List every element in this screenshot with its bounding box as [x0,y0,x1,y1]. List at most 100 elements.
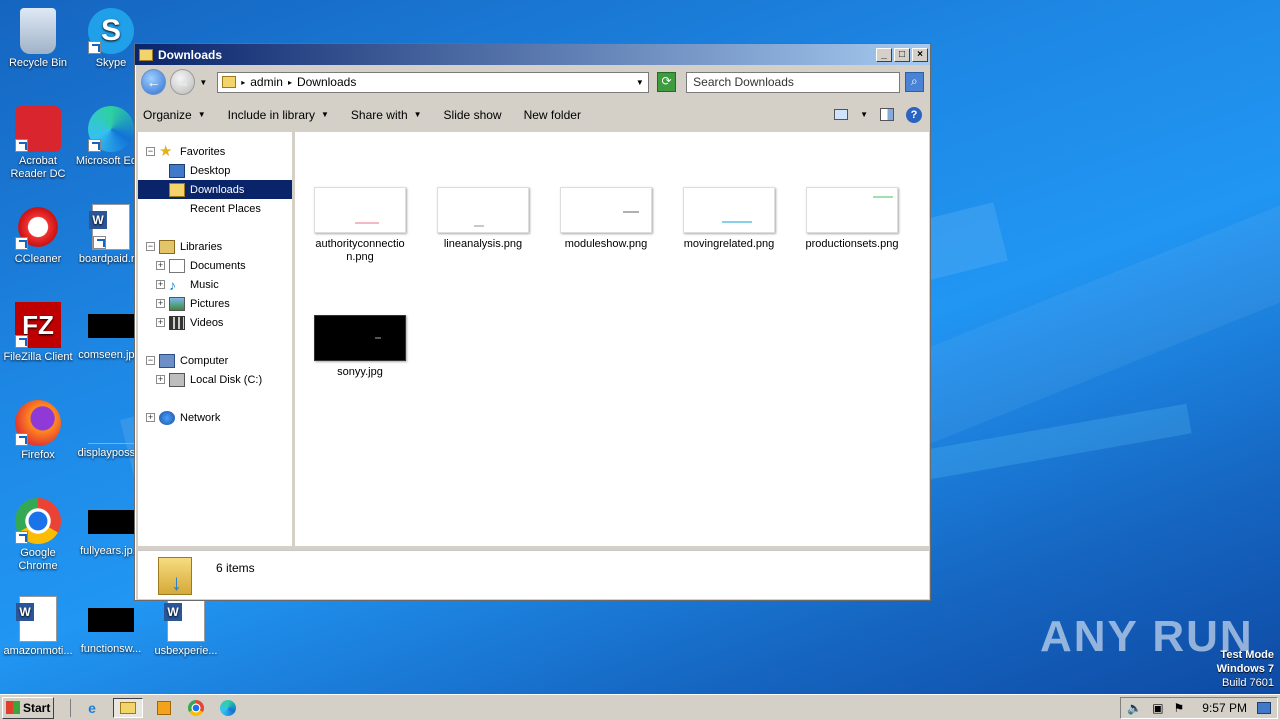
nav-item-documents[interactable]: + Documents [138,256,292,275]
word-document-icon: W [89,204,130,250]
maximize-button[interactable]: □ [894,47,910,62]
file-name: sonyy.jpg [337,366,383,378]
expand-icon[interactable]: + [156,318,165,327]
collapse-icon[interactable]: − [146,356,155,365]
libraries-icon [159,239,175,254]
desktop-icon [169,163,185,178]
test-mode-line: Build 7601 [1222,677,1274,689]
expand-icon[interactable]: + [156,299,165,308]
expand-icon[interactable]: + [146,413,155,422]
desktop-icon-firefox[interactable]: Firefox [0,400,76,462]
minimize-button[interactable]: _ [876,47,892,62]
desktop-icon-filezilla[interactable]: FZ FileZilla Client [0,302,76,364]
pictures-icon [169,296,185,311]
desktop-icon-label: Firefox [21,449,55,461]
search-input[interactable]: Search Downloads [686,71,900,93]
chrome-icon [15,498,61,544]
edge-icon [88,106,134,152]
forward-arrow-icon[interactable]: → [170,69,196,95]
desktop-icon-label: functionsw... [80,643,142,655]
nav-item-computer[interactable]: − Computer [138,351,292,370]
organize-button[interactable]: Organize ▼ [143,108,206,122]
chrome-icon[interactable] [185,698,207,718]
collapse-icon[interactable]: − [146,242,155,251]
file-item[interactable]: movingrelated.png [675,187,783,251]
nav-item-favorites[interactable]: − ★ Favorites [138,142,292,161]
desktop-icon-label: Google Chrome [18,547,58,572]
file-item[interactable]: moduleshow.png [552,187,660,251]
breadcrumb-separator-icon: ▸ [287,77,292,87]
nav-label: Computer [180,354,229,367]
slide-show-button[interactable]: Slide show [444,108,502,122]
expand-icon[interactable]: + [156,280,165,289]
test-mode-notice: Test Mode Windows 7 Build 7601 [1217,648,1274,690]
disk-icon [169,372,185,387]
nav-item-recent-places[interactable]: Recent Places [138,199,292,218]
nav-item-libraries[interactable]: − Libraries [138,237,292,256]
collapse-icon[interactable]: − [146,147,155,156]
window-titlebar[interactable]: Downloads _ □ × [135,44,930,65]
preview-pane-icon[interactable] [880,108,894,121]
internet-explorer-icon[interactable]: e [81,698,103,718]
address-bar[interactable]: ▸ admin ▸ Downloads ▼ [217,71,649,93]
computer-icon [159,353,175,368]
explorer-window[interactable]: Downloads _ □ × ← → ▼ ▸ admin ▸ Download… [134,43,931,601]
desktop-icon-amazonmoti[interactable]: W amazonmoti... [0,596,76,658]
file-item[interactable]: lineanalysis.png [429,187,537,251]
nav-item-desktop[interactable]: Desktop [138,161,292,180]
network-icon[interactable]: ▣ [1152,701,1163,715]
nav-item-network[interactable]: + Network [138,408,292,427]
desktop-icon-usbexperie[interactable]: W usbexperie... [148,596,224,658]
help-icon[interactable]: ? [906,106,922,123]
edge-icon[interactable] [217,698,239,718]
action-center-flag-icon[interactable]: ⚑ [1174,701,1185,715]
search-icon[interactable]: ⌕ [904,72,924,92]
breadcrumb-item-admin[interactable]: admin [250,75,283,89]
share-with-button[interactable]: Share with ▼ [351,108,422,122]
new-folder-button[interactable]: New folder [524,108,581,122]
nav-label: Network [180,411,221,424]
chevron-down-icon[interactable]: ▼ [860,110,868,119]
documents-icon [169,258,185,273]
desktop-icon-chrome[interactable]: Google Chrome [0,498,76,573]
image-thumbnail-icon [88,608,134,632]
file-item[interactable]: productionsets.png [798,187,906,251]
expand-icon[interactable]: + [156,261,165,270]
nav-item-music[interactable]: + ♪ Music [138,275,292,294]
command-toolbar: Organize ▼ Include in library ▼ Share with… [135,99,930,130]
videos-icon [169,315,185,330]
windows-explorer-icon[interactable] [113,697,143,718]
desktop-icon-ccleaner[interactable]: CCleaner [0,204,76,266]
file-item[interactable]: authorityconnectio n.png [306,187,414,264]
start-button[interactable]: Start [2,696,54,719]
close-button[interactable]: × [912,47,928,62]
back-arrow-icon[interactable]: ← [141,69,167,95]
desktop-icon-acrobat[interactable]: Acrobat Reader DC [0,106,76,181]
change-view-icon[interactable] [834,109,849,120]
recent-pages-chevron-icon[interactable]: ▼ [199,78,207,87]
media-player-icon[interactable] [153,698,175,718]
nav-item-videos[interactable]: + Videos [138,313,292,332]
file-name: authorityconnectio [315,238,405,250]
expand-icon[interactable]: + [156,375,165,384]
refresh-icon[interactable]: ⟳ [656,72,677,92]
nav-item-downloads[interactable]: Downloads [138,180,292,199]
music-icon: ♪ [169,276,176,293]
windows-logo-icon [6,701,20,714]
clock[interactable]: 9:57 PM [1202,701,1247,715]
desktop-icon-functionsw[interactable]: functionsw... [73,596,149,656]
firefox-icon [15,400,61,446]
chevron-down-icon: ▼ [321,110,329,119]
image-thumbnail-icon [314,187,406,233]
show-desktop-icon[interactable] [1257,701,1271,714]
include-in-library-button[interactable]: Include in library ▼ [228,108,329,122]
volume-icon[interactable]: 🔈 [1127,701,1142,715]
file-item[interactable]: sonyy.jpg [306,315,414,379]
address-dropdown-icon[interactable]: ▼ [636,78,644,87]
nav-item-pictures[interactable]: + Pictures [138,294,292,313]
desktop-icon-label: CCleaner [14,253,62,265]
desktop-icon-recycle-bin[interactable]: Recycle Bin [0,8,76,70]
nav-item-local-disk[interactable]: + Local Disk (C:) [138,370,292,389]
image-thumbnail-icon [88,400,134,444]
breadcrumb-item-downloads[interactable]: Downloads [297,75,356,89]
